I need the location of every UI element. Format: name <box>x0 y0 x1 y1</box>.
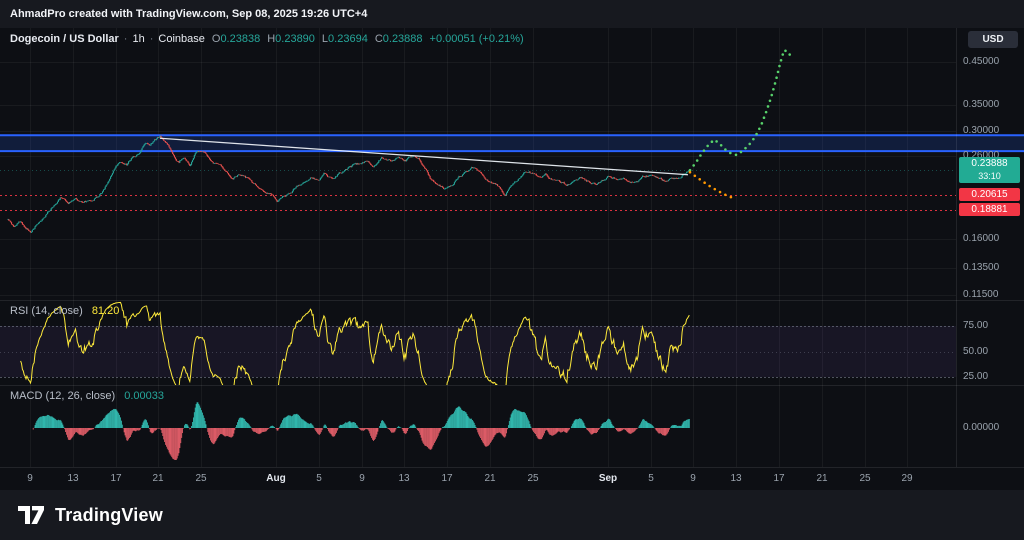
time-tick-label: 13 <box>398 473 409 484</box>
macd-title-text: MACD (12, 26, close) <box>10 390 115 402</box>
time-tick-label: 9 <box>690 473 696 484</box>
tradingview-logo[interactable] <box>16 502 46 528</box>
time-tick-label: 25 <box>527 473 538 484</box>
close-label: C <box>375 33 383 45</box>
exchange-label[interactable]: Coinbase <box>158 33 204 45</box>
time-tick-label: 21 <box>816 473 827 484</box>
time-tick-label: 5 <box>648 473 654 484</box>
footer: TradingView <box>0 490 1024 540</box>
time-tick-label: 13 <box>67 473 78 484</box>
interval-label[interactable]: 1h <box>132 33 144 45</box>
change-value: +0.00051 (+0.21%) <box>430 33 524 45</box>
time-tick-label: Sep <box>599 473 617 484</box>
symbol-name[interactable]: Dogecoin / US Dollar <box>10 33 119 45</box>
alert-price-badge-2: 0.18881 <box>959 203 1020 216</box>
time-tick-label: 17 <box>441 473 452 484</box>
current-price-badge: 0.23888 33:10 <box>959 157 1020 183</box>
rsi-title-text: RSI (14, close) <box>10 305 83 317</box>
attribution-text: AhmadPro created with TradingView.com, S… <box>10 8 367 20</box>
time-tick-label: 9 <box>359 473 365 484</box>
bar-countdown: 33:10 <box>959 170 1020 182</box>
alert-price-badge-1: 0.20615 <box>959 188 1020 201</box>
low-value: 0.23694 <box>328 33 368 45</box>
macd-pane-title[interactable]: MACD (12, 26, close) 0.00033 <box>10 390 164 402</box>
time-tick-label: 13 <box>730 473 741 484</box>
attribution-bar: AhmadPro created with TradingView.com, S… <box>0 0 1024 28</box>
time-tick-label: 9 <box>27 473 33 484</box>
time-axis[interactable]: 9 13 17 21 25 Aug 5 9 13 17 21 25 Sep 5 9 13 17 21 25 29 <box>0 28 1024 490</box>
symbol-legend: Dogecoin / US Dollar · 1h · Coinbase O 0… <box>10 33 524 45</box>
high-label: H <box>267 33 275 45</box>
currency-button[interactable]: USD <box>968 31 1018 48</box>
separator-dot: · <box>124 33 128 45</box>
tradingview-wordmark[interactable]: TradingView <box>55 505 163 526</box>
open-value: 0.23838 <box>220 33 260 45</box>
rsi-value: 81.20 <box>92 305 120 317</box>
time-tick-label: 25 <box>859 473 870 484</box>
high-value: 0.23890 <box>275 33 315 45</box>
open-label: O <box>212 33 221 45</box>
time-tick-label: 25 <box>195 473 206 484</box>
macd-value: 0.00033 <box>124 390 164 402</box>
rsi-pane-title[interactable]: RSI (14, close) 81.20 <box>10 305 119 317</box>
chart-area: 0.450000.350000.300000.260000.160000.135… <box>0 28 1024 490</box>
time-tick-label: 17 <box>773 473 784 484</box>
separator-dot: · <box>150 33 154 45</box>
time-tick-label: 21 <box>484 473 495 484</box>
time-tick-label: 17 <box>110 473 121 484</box>
time-tick-label: 5 <box>316 473 322 484</box>
time-tick-label: 21 <box>152 473 163 484</box>
time-tick-label: 29 <box>901 473 912 484</box>
time-tick-label: Aug <box>266 473 285 484</box>
close-value: 0.23888 <box>383 33 423 45</box>
tradingview-screenshot: AhmadPro created with TradingView.com, S… <box>0 0 1024 540</box>
current-price-value: 0.23888 <box>959 158 1020 170</box>
